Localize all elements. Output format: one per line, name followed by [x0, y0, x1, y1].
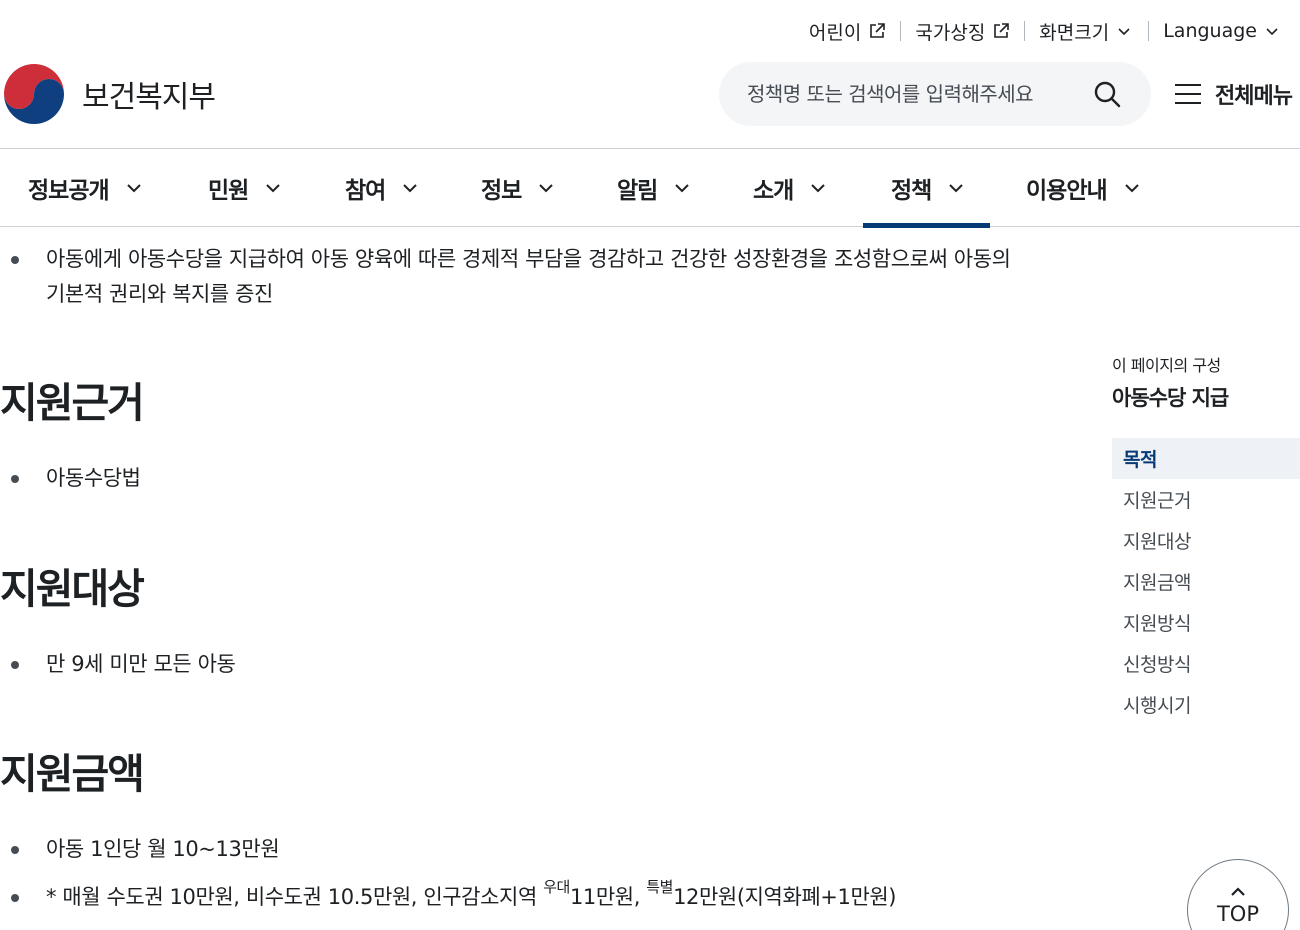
section-title-target: 지원대상 — [0, 565, 145, 613]
util-kids-label: 어린이 — [808, 21, 862, 44]
basis-text: 아동수당법 — [46, 466, 141, 490]
target-bullet: 만 9세 미만 모든 아동 — [0, 647, 236, 682]
nav-item-introduction[interactable]: 소개 — [753, 149, 827, 227]
search-icon — [1094, 81, 1121, 108]
chevron-down-icon — [403, 184, 418, 193]
section-title-basis: 지원근거 — [0, 379, 145, 427]
purpose-text: 아동에게 아동수당을 지급하여 아동 양육에 따른 경제적 부담을 경감하고 건… — [46, 242, 1011, 312]
nav-item-label: 소개 — [753, 178, 794, 204]
nav-item-policy[interactable]: 정책 — [862, 149, 991, 228]
amount-note-part2: 11만원, — [569, 885, 647, 909]
util-font-size-dropdown[interactable]: 화면크기 — [1025, 18, 1148, 45]
nav-item-label: 알림 — [617, 178, 658, 204]
search-button[interactable] — [1091, 78, 1123, 110]
section-title-amount: 지원금액 — [0, 750, 145, 798]
chevron-down-icon — [1124, 184, 1139, 193]
chevron-down-icon — [539, 184, 554, 193]
all-menu-label: 전체메뉴 — [1215, 84, 1293, 109]
util-kids-link[interactable]: 어린이 — [795, 18, 900, 45]
external-link-icon — [992, 22, 1010, 40]
basis-bullet: 아동수당법 — [0, 461, 141, 496]
amount-note-sup-special: 특별 — [646, 878, 674, 896]
chevron-down-icon — [811, 184, 826, 193]
toc-item-effective-date[interactable]: 시행시기 — [1112, 684, 1300, 725]
hamburger-icon — [1175, 84, 1201, 104]
toc-item-target[interactable]: 지원대상 — [1112, 520, 1300, 561]
toc-item-method[interactable]: 지원방식 — [1112, 602, 1300, 643]
amount-bullet: 아동 1인당 월 10~13만원 — [0, 832, 280, 867]
nav-item-civil-petition[interactable]: 민원 — [208, 149, 282, 227]
search-input[interactable] — [747, 82, 1077, 106]
target-text: 만 9세 미만 모든 아동 — [46, 652, 236, 676]
chevron-down-icon — [949, 184, 964, 193]
logo-text: 보건복지부 — [82, 80, 216, 115]
nav-item-label: 정책 — [891, 178, 932, 204]
util-symbols-label: 국가상징 — [915, 21, 986, 44]
amount-note: * 매월 수도권 10만원, 비수도권 10.5만원, 인구감소지역 우대11만… — [46, 878, 897, 915]
chevron-down-icon — [126, 184, 141, 193]
amount-note-sup-preferential: 우대 — [543, 878, 570, 896]
amount-note-part3: 12만원(지역화폐+1만원) — [673, 885, 897, 909]
toc-title: 아동수당 지급 — [1112, 386, 1229, 410]
nav-item-label: 정보 — [481, 178, 522, 204]
toc-item-amount[interactable]: 지원금액 — [1112, 561, 1300, 602]
toc-caption: 이 페이지의 구성 — [1112, 356, 1221, 375]
nav-item-label: 민원 — [208, 178, 249, 204]
toc-item-basis[interactable]: 지원근거 — [1112, 479, 1300, 520]
nav-item-label: 정보공개 — [28, 178, 110, 204]
taegeuk-logo-icon — [1, 61, 67, 127]
external-link-icon — [868, 22, 886, 40]
bullet-dot — [11, 475, 19, 483]
nav-item-label: 참여 — [345, 178, 386, 204]
nav-item-info-disclosure[interactable]: 정보공개 — [28, 149, 143, 227]
bullet-dot — [11, 894, 19, 902]
search-box — [719, 62, 1151, 126]
chevron-up-icon — [1231, 887, 1245, 896]
nav-item-information[interactable]: 정보 — [481, 149, 555, 227]
purpose-text-line2: 기본적 권리와 복지를 증진 — [46, 282, 273, 306]
util-font-size-label: 화면크기 — [1039, 21, 1110, 44]
all-menu-button[interactable]: 전체메뉴 — [1174, 76, 1293, 112]
nav-item-label: 이용안내 — [1026, 178, 1108, 204]
scroll-top-button[interactable]: TOP — [1187, 859, 1289, 930]
bullet-dot — [11, 256, 19, 264]
bullet-dot — [11, 661, 19, 669]
amount-text: 아동 1인당 월 10~13만원 — [46, 837, 280, 861]
page-toc: 이 페이지의 구성 아동수당 지급 목적 지원근거 지원대상 지원금액 지원방식… — [1112, 352, 1300, 725]
chevron-down-icon — [1116, 22, 1134, 40]
main-navigation: 정보공개 민원 참여 정보 알림 소개 정책 이용안내 — [0, 148, 1300, 228]
bullet-dot — [11, 846, 19, 854]
scroll-top-label: TOP — [1216, 902, 1260, 926]
purpose-text-line1: 아동에게 아동수당을 지급하여 아동 양육에 따른 경제적 부담을 경감하고 건… — [46, 247, 1011, 271]
toc-item-application[interactable]: 신청방식 — [1112, 643, 1300, 684]
toc-list: 목적 지원근거 지원대상 지원금액 지원방식 신청방식 시행시기 — [1112, 438, 1300, 725]
util-symbols-link[interactable]: 국가상징 — [901, 18, 1024, 45]
amount-note-part1: * 매월 수도권 10만원, 비수도권 10.5만원, 인구감소지역 — [46, 885, 544, 909]
amount-note-bullet: * 매월 수도권 10만원, 비수도권 10.5만원, 인구감소지역 우대11만… — [0, 878, 897, 915]
chevron-down-icon — [1264, 22, 1282, 40]
chevron-down-icon — [266, 184, 281, 193]
site-logo[interactable]: 보건복지부 — [0, 60, 216, 128]
nav-item-usage-guide[interactable]: 이용안내 — [1026, 149, 1141, 227]
purpose-bullet: 아동에게 아동수당을 지급하여 아동 양육에 따른 경제적 부담을 경감하고 건… — [0, 242, 1070, 312]
util-language-label: Language — [1163, 20, 1257, 42]
nav-item-participation[interactable]: 참여 — [345, 149, 419, 227]
toc-item-purpose[interactable]: 목적 — [1112, 438, 1300, 479]
utility-bar: 어린이 국가상징 화면크기 Language — [795, 14, 1282, 48]
nav-item-notice[interactable]: 알림 — [617, 149, 691, 227]
util-language-dropdown[interactable]: Language — [1149, 20, 1282, 42]
chevron-down-icon — [675, 184, 690, 193]
